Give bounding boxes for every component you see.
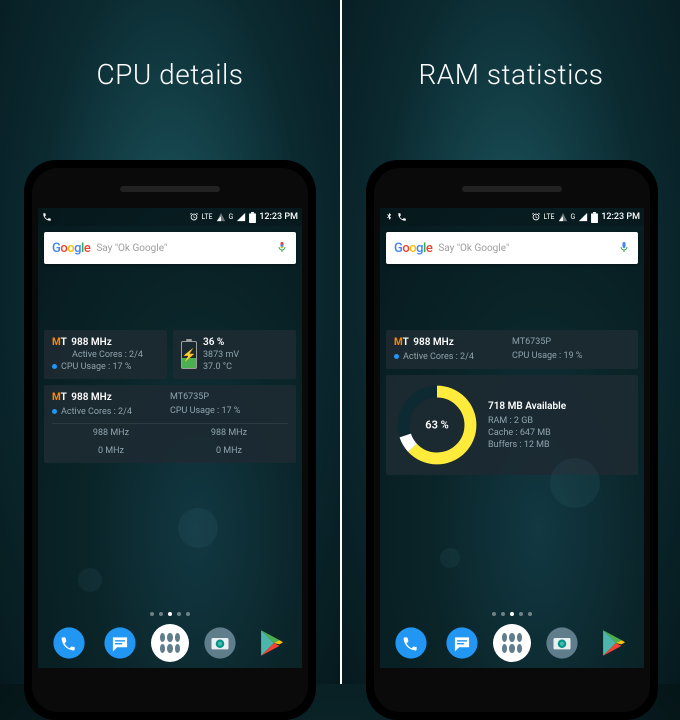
- battery-icon: [591, 212, 598, 223]
- ram-donut-chart: 63 %: [394, 382, 480, 468]
- status-dot-icon: [394, 354, 399, 359]
- camera-app-icon[interactable]: [543, 624, 581, 662]
- google-search-bar[interactable]: Google Say "Ok Google": [386, 232, 638, 264]
- call-icon: [397, 212, 407, 222]
- lte-label: LTE: [202, 213, 213, 221]
- battery-pct: 36 %: [203, 337, 239, 348]
- cpu-usage: CPU Usage : 17 %: [61, 362, 131, 372]
- page-indicator: [380, 612, 644, 616]
- cpu-cores: Active Cores : 2/4: [52, 350, 159, 360]
- play-store-icon[interactable]: [252, 624, 290, 662]
- mic-icon[interactable]: [276, 239, 288, 258]
- google-logo: Google: [52, 241, 90, 256]
- phone-app-icon[interactable]: [50, 624, 88, 662]
- ram-cache: Cache : 647 MB: [488, 428, 566, 438]
- phone-screen: LTE G 12:23 PM: [38, 208, 302, 668]
- core-2: 988 MHz: [170, 428, 288, 438]
- core-1: 988 MHz: [52, 428, 170, 438]
- battery-level-icon: ⚡: [181, 341, 197, 369]
- alarm-icon: [189, 212, 199, 222]
- phone-speaker: [120, 186, 220, 192]
- core-4: 0 MHz: [170, 446, 288, 456]
- cpu-widget[interactable]: MT 988 MHz Active Cores : 2/4 MT6735P CP…: [386, 330, 638, 369]
- phone-frame: LTE G 12:23 PM Google Say "Ok Google": [366, 160, 658, 720]
- mt-logo: MT: [52, 392, 67, 403]
- g-label: G: [571, 213, 576, 221]
- cpu-freq: 988 MHz: [71, 337, 112, 348]
- status-bar: LTE G 12:23 PM: [380, 208, 644, 226]
- status-time: 12:23 PM: [601, 212, 640, 222]
- signal-icon-1: [558, 212, 568, 222]
- google-search-bar[interactable]: Google Say "Ok Google": [44, 232, 296, 264]
- cpu-cores: Active Cores : 2/4: [403, 352, 474, 362]
- bluetooth-icon: [384, 212, 394, 222]
- cpu-big-usage: CPU Usage : 17 %: [170, 406, 288, 416]
- google-logo: Google: [394, 241, 432, 256]
- cpu-freq: 988 MHz: [413, 337, 454, 348]
- ram-pct: 63 %: [425, 419, 448, 432]
- phone-speaker: [462, 186, 562, 192]
- cpu-model: MT6735P: [512, 337, 630, 347]
- call-icon: [42, 212, 52, 222]
- lte-label: LTE: [544, 213, 555, 221]
- signal-icon-2: [578, 212, 588, 222]
- mic-icon[interactable]: [618, 239, 630, 258]
- alarm-icon: [531, 212, 541, 222]
- status-dot-icon: [52, 409, 57, 414]
- messages-app-icon[interactable]: [101, 624, 139, 662]
- cpu-usage: CPU Usage : 19 %: [512, 351, 630, 361]
- app-drawer-icon[interactable]: [151, 624, 189, 662]
- dock: [38, 624, 302, 662]
- cpu-big-cores: Active Cores : 2/4: [61, 407, 132, 417]
- camera-app-icon[interactable]: [201, 624, 239, 662]
- panel-cpu-details: CPU details LTE: [0, 0, 340, 684]
- messages-app-icon[interactable]: [443, 624, 481, 662]
- status-dot-icon: [52, 364, 57, 369]
- cpu-big-freq: 988 MHz: [71, 392, 112, 403]
- panel-ram-statistics: RAM statistics LTE G: [340, 0, 680, 684]
- phone-frame: LTE G 12:23 PM: [24, 160, 316, 720]
- app-drawer-icon[interactable]: [493, 624, 531, 662]
- ram-avail: 718 MB Available: [488, 401, 566, 412]
- battery-mv: 3873 mV: [203, 350, 239, 360]
- ram-widget[interactable]: 63 % 718 MB Available RAM : 2 GB Cache :…: [386, 375, 638, 475]
- core-3: 0 MHz: [52, 446, 170, 456]
- search-placeholder: Say "Ok Google": [438, 243, 612, 254]
- mt-logo: MT: [394, 337, 409, 348]
- status-bar: LTE G 12:23 PM: [38, 208, 302, 226]
- panel-title: CPU details: [0, 58, 340, 91]
- cpu-big-model: MT6735P: [170, 392, 288, 402]
- cpu-big-widget[interactable]: MT 988 MHz Active Cores : 2/4 MT6735P CP…: [44, 385, 296, 463]
- signal-icon-1: [216, 212, 226, 222]
- phone-app-icon[interactable]: [392, 624, 430, 662]
- status-time: 12:23 PM: [259, 212, 298, 222]
- play-store-icon[interactable]: [594, 624, 632, 662]
- battery-temp: 37.0 °C: [203, 362, 239, 372]
- signal-icon-2: [236, 212, 246, 222]
- search-placeholder: Say "Ok Google": [96, 243, 270, 254]
- phone-screen: LTE G 12:23 PM Google Say "Ok Google": [380, 208, 644, 668]
- battery-icon: [249, 212, 256, 223]
- page-indicator: [38, 612, 302, 616]
- ram-buffers: Buffers : 12 MB: [488, 440, 566, 450]
- panel-title: RAM statistics: [342, 58, 680, 91]
- mt-logo: MT: [52, 337, 67, 348]
- ram-total: RAM : 2 GB: [488, 416, 566, 426]
- dock: [380, 624, 644, 662]
- battery-widget[interactable]: ⚡ 36 % 3873 mV 37.0 °C: [173, 330, 296, 379]
- g-label: G: [229, 213, 234, 221]
- cpu-small-widget[interactable]: MT 988 MHz Active Cores : 2/4 CPU Usage …: [44, 330, 167, 379]
